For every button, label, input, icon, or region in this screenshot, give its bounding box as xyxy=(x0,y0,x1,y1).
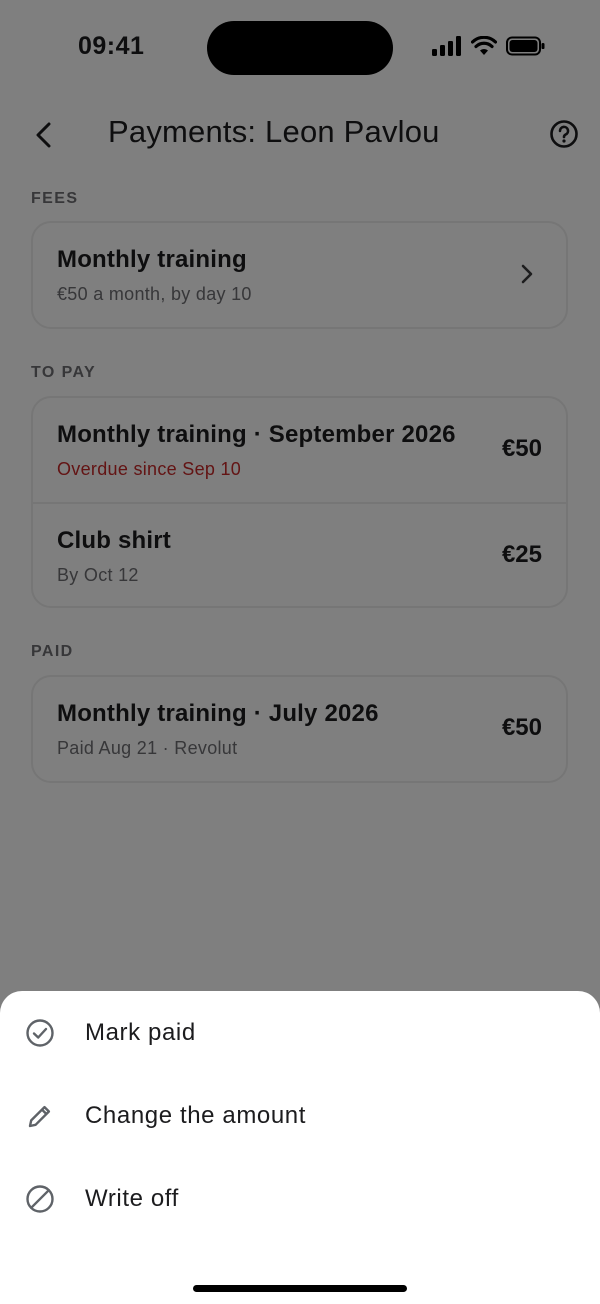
block-icon xyxy=(24,1183,56,1215)
change-amount-label: Change the amount xyxy=(85,1102,307,1129)
change-amount-action[interactable]: Change the amount xyxy=(0,1081,600,1151)
home-indicator xyxy=(193,1285,407,1292)
mark-paid-label: Mark paid xyxy=(85,1019,196,1046)
action-sheet: Mark paid Change the amount Write off xyxy=(0,991,600,1304)
write-off-action[interactable]: Write off xyxy=(0,1164,600,1234)
write-off-label: Write off xyxy=(85,1185,179,1212)
check-circle-icon xyxy=(24,1017,56,1049)
mark-paid-action[interactable]: Mark paid xyxy=(0,998,600,1068)
pencil-icon xyxy=(24,1100,56,1132)
